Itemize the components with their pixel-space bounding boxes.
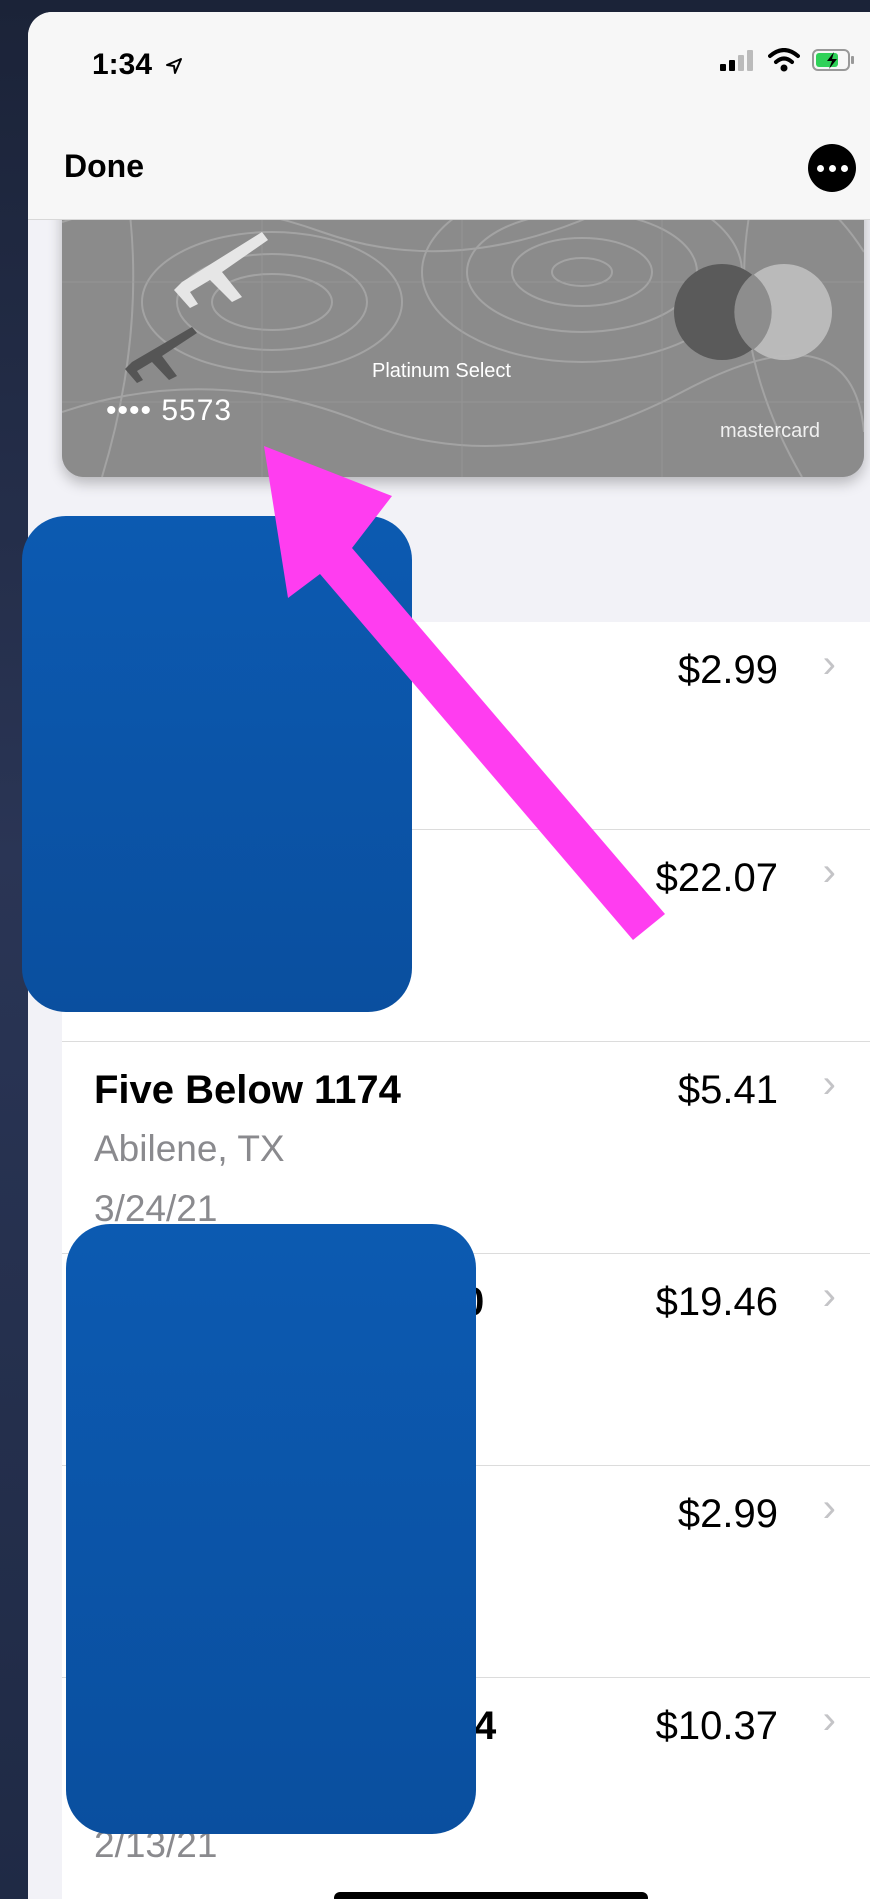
transaction-amount: $22.07 — [655, 856, 778, 900]
merchant-location: Abilene, TX — [94, 1128, 285, 1169]
chevron-right-icon: › — [822, 1062, 836, 1106]
location-arrow-icon — [166, 58, 183, 75]
done-button[interactable]: Done — [64, 148, 144, 185]
chevron-right-icon: › — [822, 1486, 836, 1530]
status-icons — [720, 48, 856, 72]
status-bar: 1:34 — [28, 12, 870, 108]
wifi-icon — [768, 48, 800, 72]
chevron-right-icon: › — [822, 1274, 836, 1318]
transaction-amount: $5.41 — [677, 1068, 778, 1112]
mastercard-logo — [674, 264, 832, 360]
card-tier-label: Platinum Select — [372, 360, 511, 382]
transaction-amount: $19.46 — [655, 1280, 778, 1324]
home-indicator — [334, 1892, 648, 1899]
card-brand-label: mastercard — [719, 420, 820, 442]
status-time: 1:34 — [92, 48, 184, 82]
redaction-box — [66, 1224, 476, 1834]
cellular-signal-icon — [720, 50, 753, 71]
merchant-name: 4 — [474, 1704, 497, 1748]
transaction-row[interactable]: Five Below 1174 Abilene, TX 3/24/21 $5.4… — [62, 1042, 870, 1254]
card-number: •••• 5573 — [106, 394, 233, 427]
transaction-amount: $2.99 — [677, 648, 778, 692]
chevron-right-icon: › — [822, 1698, 836, 1742]
transaction-amount: $2.99 — [677, 1492, 778, 1536]
chevron-right-icon: › — [822, 642, 836, 686]
merchant-name: Five Below 1174 — [94, 1068, 401, 1112]
redaction-box — [22, 516, 412, 1012]
battery-charging-icon — [812, 49, 854, 71]
chevron-right-icon: › — [822, 850, 836, 894]
transaction-amount: $10.37 — [655, 1704, 778, 1748]
navigation-bar: Done — [28, 108, 870, 220]
ellipsis-circle-icon[interactable] — [808, 144, 856, 192]
